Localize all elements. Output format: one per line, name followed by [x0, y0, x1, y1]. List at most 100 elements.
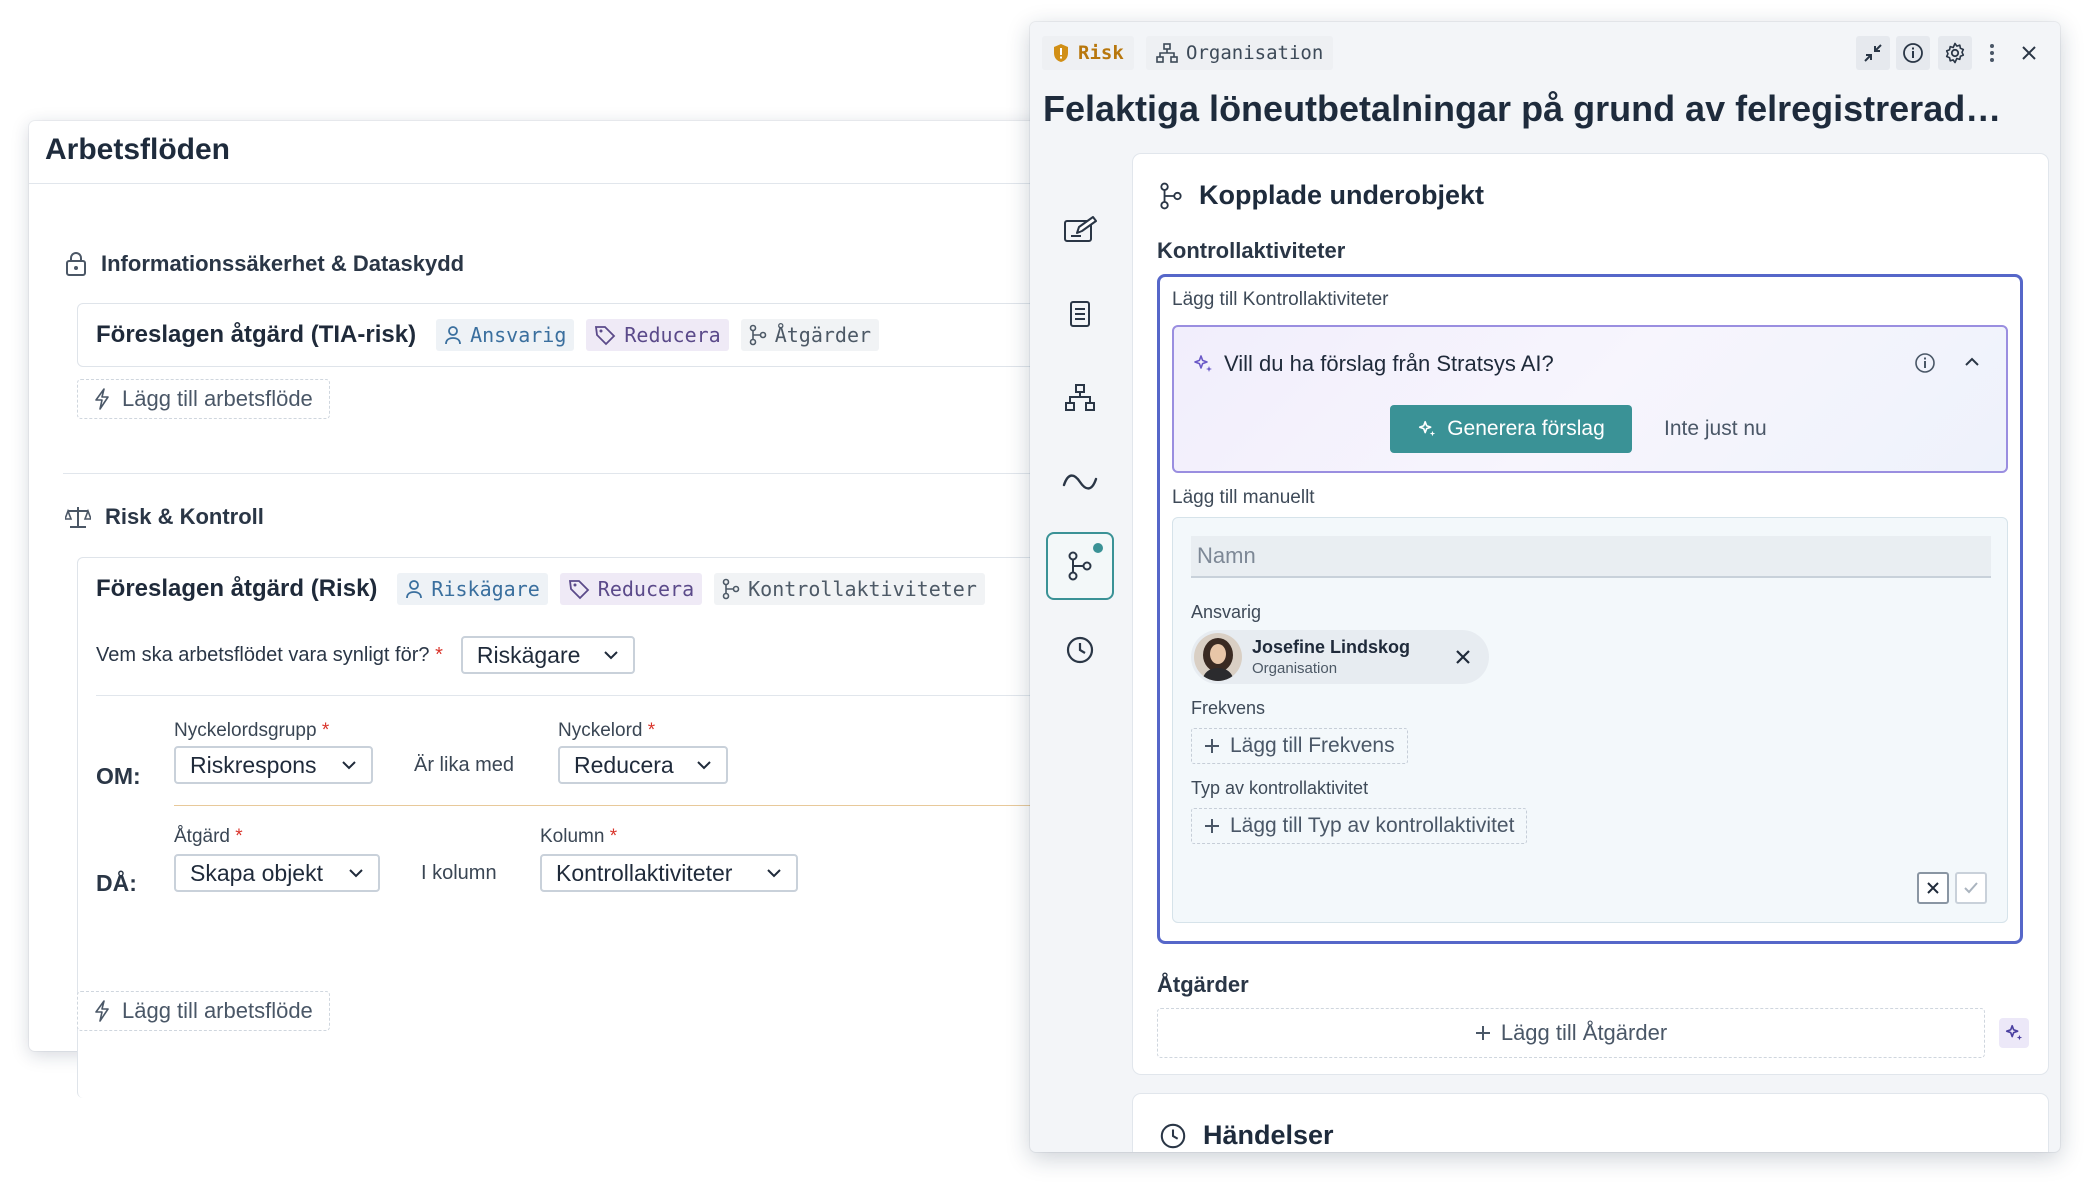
column-label: Kolumn *	[540, 826, 618, 847]
tag-icon	[595, 326, 616, 346]
group-select[interactable]: Riskrespons	[174, 746, 373, 784]
rule-separator	[174, 805, 1114, 806]
chip-actions: Åtgärder	[740, 319, 880, 351]
section-infosec-header: Informationssäkerhet & Dataskydd	[65, 251, 464, 277]
bolt-icon	[95, 1000, 109, 1022]
chip-reduce: Reducera	[559, 573, 703, 605]
user-icon	[406, 580, 423, 599]
tag-icon	[568, 580, 590, 600]
workflows-panel: Arbetsflöden Informationssäkerhet & Data…	[29, 121, 1119, 1098]
action-label: Åtgärd *	[174, 826, 243, 847]
check-icon	[1964, 882, 1978, 894]
notification-dot	[1093, 543, 1103, 553]
user-icon	[445, 326, 461, 345]
linked-objects-heading: Kopplade underobjekt	[1159, 180, 1484, 211]
visibility-select[interactable]: Riskägare	[460, 636, 635, 674]
chevron-down-icon	[349, 869, 363, 878]
close-icon[interactable]	[2020, 44, 2038, 62]
plus-icon	[1205, 819, 1219, 833]
add-controls-label: Lägg till Kontrollaktiviteter	[1172, 289, 1389, 310]
manual-label: Lägg till manuellt	[1172, 487, 1315, 508]
chevron-up-icon[interactable]	[1964, 357, 1980, 367]
scale-icon	[65, 505, 91, 529]
chevron-down-icon	[767, 869, 781, 878]
then-keyword: DÅ:	[96, 870, 137, 896]
detail-header: Risk Organisation Felaktiga löneutbetaln…	[1030, 22, 2060, 154]
branch-icon	[1160, 182, 1182, 209]
keyword-select[interactable]: Reducera	[558, 746, 728, 784]
manual-add-form: Ansvarig Josefine Lindskog Organisation …	[1172, 517, 2008, 923]
org-chart-icon	[1156, 43, 1178, 63]
branch-icon	[749, 324, 767, 346]
clock-icon	[1160, 1123, 1186, 1148]
info-icon[interactable]	[1914, 352, 1936, 374]
remove-person-icon[interactable]	[1455, 649, 1471, 665]
gear-icon[interactable]	[1938, 36, 1972, 70]
chevron-down-icon	[342, 761, 356, 770]
page-title: Arbetsflöden	[45, 133, 231, 166]
workflow-title: Föreslagen åtgärd (TIA-risk)	[96, 321, 417, 348]
edit-icon[interactable]	[1046, 196, 1114, 264]
column-select[interactable]: Kontrollaktiviteter	[540, 854, 798, 892]
shield-icon	[1054, 44, 1068, 62]
workflows-header: Arbetsflöden	[29, 121, 1089, 184]
add-controls-box: Lägg till Kontrollaktiviteter Vill du ha…	[1157, 274, 2023, 944]
responsible-label: Ansvarig	[1191, 602, 1262, 622]
person-chip: Josefine Lindskog Organisation	[1191, 630, 1489, 684]
section-label: Risk & Kontroll	[105, 504, 264, 529]
if-keyword: OM:	[96, 763, 141, 789]
detail-title: Felaktiga löneutbetalningar på grund av …	[1043, 88, 2002, 129]
confirm-button[interactable]	[1955, 872, 1987, 904]
clock-icon[interactable]	[1046, 616, 1114, 684]
info-icon[interactable]	[1896, 36, 1930, 70]
section-risk-header: Risk & Kontroll	[65, 504, 264, 530]
add-workflow-button[interactable]: Lägg till arbetsflöde	[77, 991, 330, 1031]
add-type-button[interactable]: Lägg till Typ av kontrollaktivitet	[1191, 808, 1528, 844]
frequency-label: Frekvens	[1191, 698, 1266, 718]
cancel-button[interactable]	[1917, 872, 1949, 904]
collapse-icon[interactable]	[1856, 36, 1890, 70]
chevron-down-icon	[604, 651, 618, 660]
ai-suggestion-box: Vill du ha förslag från Stratsys AI? Gen…	[1172, 325, 2008, 473]
plus-icon	[1475, 1026, 1490, 1040]
chip-risk-owner: Riskägare	[397, 573, 548, 605]
detail-panel: Risk Organisation Felaktiga löneutbetaln…	[1030, 22, 2060, 1152]
ai-suggest-icon[interactable]	[1999, 1018, 2029, 1048]
type-label: Typ av kontrollaktivitet	[1191, 778, 1369, 798]
add-frequency-button[interactable]: Lägg till Frekvens	[1191, 728, 1408, 764]
avatar	[1194, 633, 1242, 681]
lock-icon	[65, 251, 87, 277]
section-label: Informationssäkerhet & Dataskydd	[101, 251, 465, 276]
chip-responsible: Ansvarig	[436, 319, 575, 351]
in-column-text: I kolumn	[421, 862, 497, 884]
chip-control-activities: Kontrollaktiviteter	[714, 573, 985, 605]
more-vertical-icon[interactable]	[1988, 42, 1996, 64]
events-heading: Händelser	[1159, 1120, 1334, 1151]
side-rail	[1030, 154, 1130, 1152]
visibility-question: Vem ska arbetsflödet vara synligt för? *	[96, 643, 443, 666]
rule-divider	[96, 695, 1096, 696]
organisation-tag[interactable]: Organisation	[1146, 36, 1334, 70]
actions-heading: Åtgärder	[1157, 972, 1249, 997]
workflow-title: Föreslagen åtgärd (Risk)	[96, 575, 378, 602]
bolt-icon	[95, 388, 109, 410]
action-select[interactable]: Skapa objekt	[174, 854, 380, 892]
add-actions-button[interactable]: Lägg till Åtgärder	[1157, 1008, 1985, 1058]
branch-icon[interactable]	[1046, 532, 1114, 600]
workflow-card-tia[interactable]: Föreslagen åtgärd (TIA-risk) Ansvarig Re…	[77, 303, 1119, 367]
controls-heading: Kontrollaktiviteter	[1157, 238, 1346, 263]
hierarchy-icon[interactable]	[1046, 364, 1114, 432]
group-label: Nyckelordsgrupp *	[174, 720, 330, 741]
risk-tag[interactable]: Risk	[1042, 36, 1134, 70]
name-input[interactable]	[1191, 536, 1991, 578]
person-organisation: Organisation	[1252, 660, 1338, 677]
not-now-button[interactable]: Inte just nu	[1664, 405, 1767, 453]
chevron-down-icon	[697, 761, 711, 770]
close-icon	[1927, 882, 1939, 894]
generate-suggestions-button[interactable]: Generera förslag	[1390, 405, 1632, 453]
wave-icon[interactable]	[1046, 448, 1114, 516]
document-icon[interactable]	[1046, 280, 1114, 348]
add-workflow-button[interactable]: Lägg till arbetsflöde	[77, 379, 330, 419]
chip-reduce: Reducera	[586, 319, 729, 351]
person-name: Josefine Lindskog	[1252, 637, 1411, 657]
